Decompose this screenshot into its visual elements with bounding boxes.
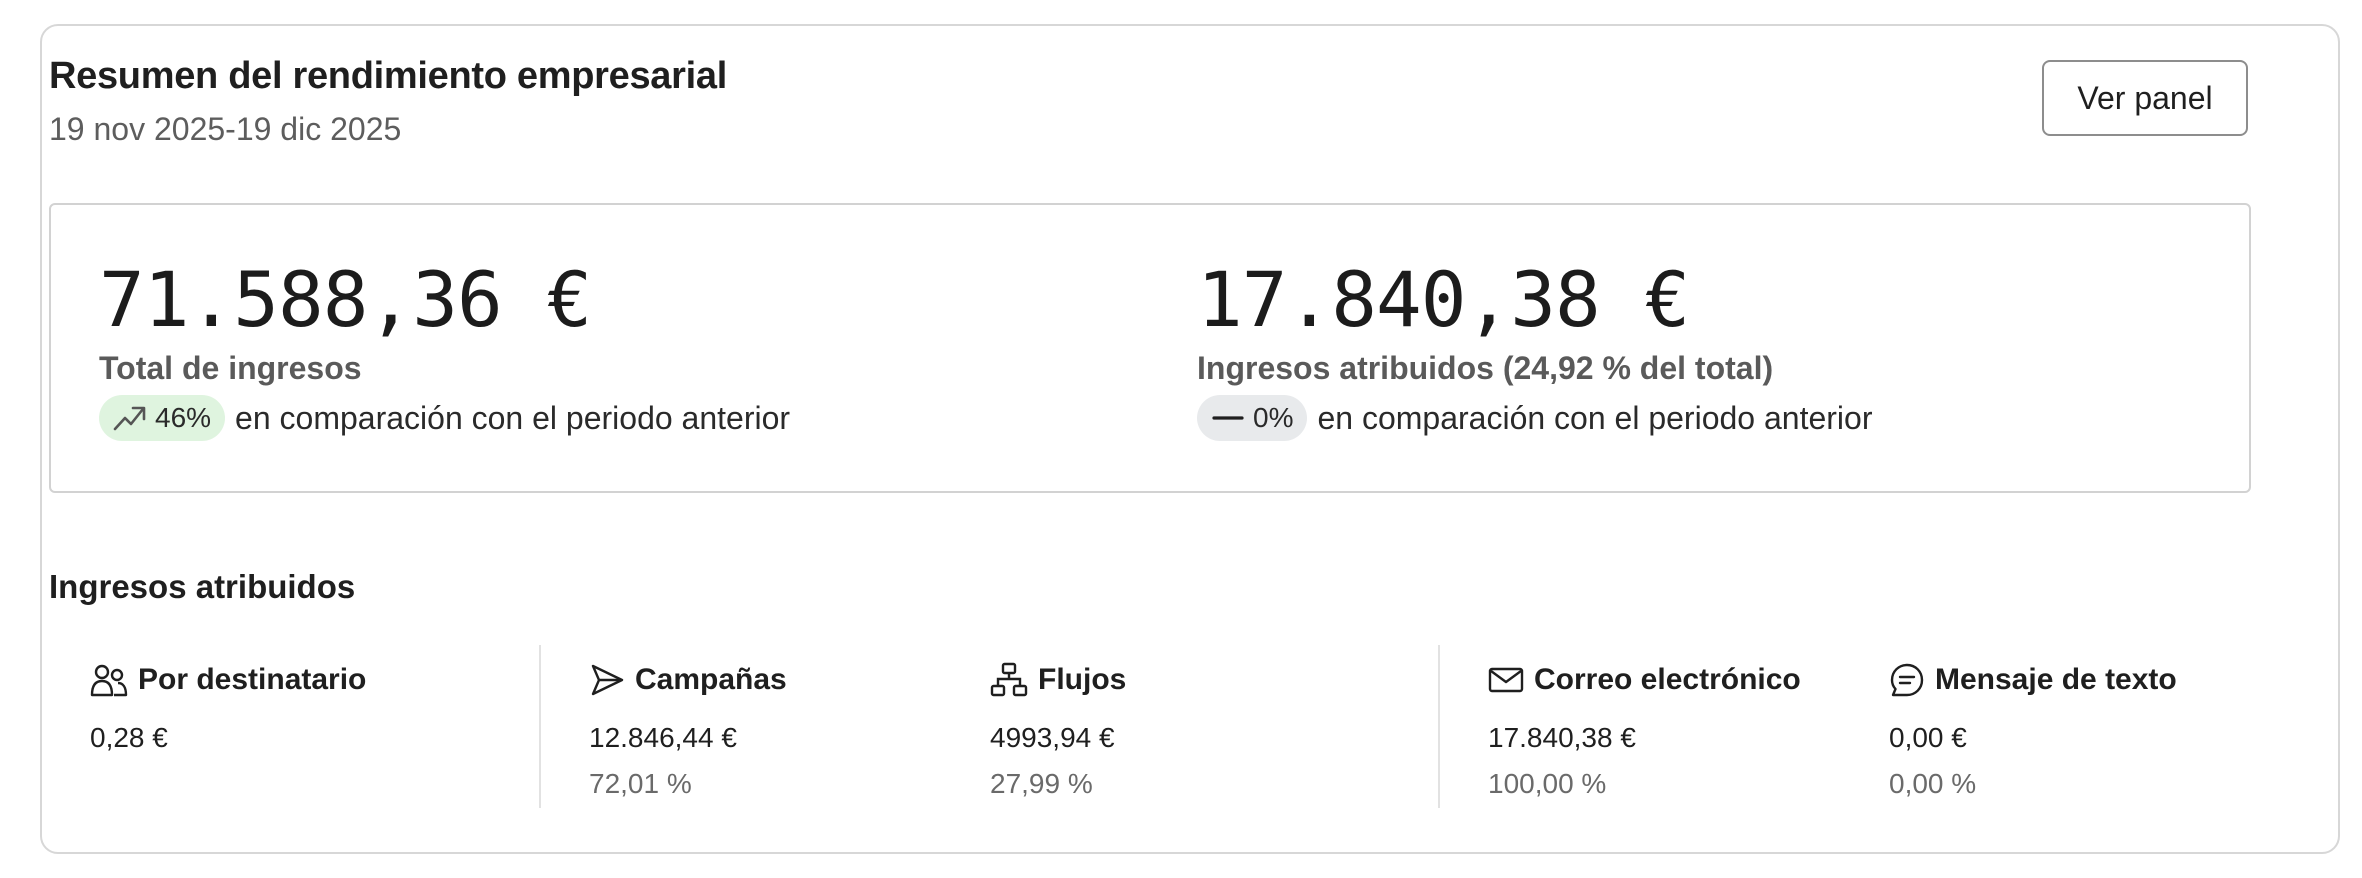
card-title: Resumen del rendimiento empresarial xyxy=(49,55,727,97)
per-recipient-column: Por destinatario 0,28 € xyxy=(90,660,366,754)
change-percent: 46% xyxy=(155,402,212,433)
send-icon xyxy=(591,664,624,696)
dash-icon xyxy=(1212,416,1244,420)
flows-label: Flujos xyxy=(1038,663,1127,696)
per-recipient-heading: Por destinatario xyxy=(90,660,366,700)
per-recipient-value: 0,28 € xyxy=(90,722,168,753)
sms-value: 0,00 € xyxy=(1889,722,1967,753)
mail-icon xyxy=(1488,667,1524,693)
date-range: 19 nov 2025-19 dic 2025 xyxy=(49,111,402,147)
campaigns-value: 12.846,44 € xyxy=(589,722,737,753)
attributed-revenue-section-title: Ingresos atribuidos xyxy=(49,568,356,605)
change-badge-up: 46% xyxy=(99,395,226,441)
email-value: 17.840,38 € xyxy=(1488,722,1636,753)
trend-up-icon xyxy=(113,406,146,431)
campaigns-label: Campañas xyxy=(635,663,787,696)
flows-percent: 27,99 % xyxy=(990,768,1093,799)
campaigns-heading: Campañas xyxy=(589,660,787,700)
attributed-revenue-label: Ingresos atribuidos (24,92 % del total) xyxy=(1197,350,1774,386)
comparison-text: en comparación con el periodo anterior xyxy=(1317,399,1873,436)
per-recipient-label: Por destinatario xyxy=(138,663,367,696)
total-revenue-comparison: 46% en comparación con el periodo anteri… xyxy=(99,395,790,441)
campaigns-column: Campañas 12.846,44 € 72,01 % xyxy=(589,660,787,800)
sms-label: Mensaje de texto xyxy=(1935,663,2177,696)
column-divider xyxy=(539,645,541,808)
sms-percent: 0,00 % xyxy=(1889,768,1977,799)
flow-icon xyxy=(990,662,1028,697)
comparison-text: en comparación con el periodo anterior xyxy=(235,399,791,436)
message-icon xyxy=(1890,663,1924,697)
flows-value: 4993,94 € xyxy=(990,722,1115,753)
change-badge-flat: 0% xyxy=(1197,395,1308,441)
column-divider xyxy=(1438,645,1440,808)
sms-column: Mensaje de texto 0,00 € 0,00 % xyxy=(1889,660,2177,800)
campaigns-percent: 72,01 % xyxy=(589,768,692,799)
email-label: Correo electrónico xyxy=(1534,663,1801,696)
email-percent: 100,00 % xyxy=(1488,768,1607,799)
change-percent: 0% xyxy=(1253,402,1294,433)
email-heading: Correo electrónico xyxy=(1488,660,1801,700)
flows-column: Flujos 4993,94 € 27,99 % xyxy=(990,660,1126,800)
sms-heading: Mensaje de texto xyxy=(1889,660,2177,700)
flows-heading: Flujos xyxy=(990,660,1126,700)
total-revenue-value: 71.588,36 € xyxy=(99,255,592,344)
view-dashboard-button[interactable]: Ver panel xyxy=(2042,60,2248,136)
total-revenue-label: Total de ingresos xyxy=(99,350,362,386)
metrics-summary-box: 71.588,36 € Total de ingresos 46% en com… xyxy=(49,203,2251,493)
email-column: Correo electrónico 17.840,38 € 100,00 % xyxy=(1488,660,1801,800)
people-icon xyxy=(90,664,128,697)
attributed-revenue-value: 17.840,38 € xyxy=(1197,255,1690,344)
attributed-revenue-comparison: 0% en comparación con el periodo anterio… xyxy=(1197,395,1872,441)
